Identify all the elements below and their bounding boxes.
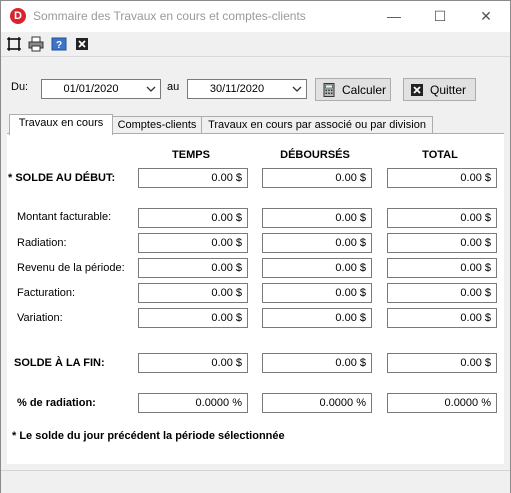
row-label-radiation: Radiation:: [17, 237, 67, 249]
column-header-temps: TEMPS: [172, 149, 210, 161]
close-icon[interactable]: [74, 36, 90, 52]
solde-debut-debourses-field[interactable]: 0.00 $: [262, 168, 372, 188]
solde-fin-total-field[interactable]: 0.00 $: [387, 353, 497, 373]
app-logo-icon: D: [10, 8, 26, 24]
quit-button-label: Quitter: [430, 83, 467, 97]
row-label-solde-debut: * SOLDE AU DÉBUT:: [8, 172, 116, 184]
revenu-periode-temps-field[interactable]: 0.00 $: [138, 258, 248, 278]
row-label-montant-facturable: Montant facturable:: [17, 211, 112, 223]
facturation-total-field[interactable]: 0.00 $: [387, 283, 497, 303]
montant-facturable-temps-field[interactable]: 0.00 $: [138, 208, 248, 228]
from-date-label: Du:: [11, 81, 29, 93]
revenu-periode-total-field[interactable]: 0.00 $: [387, 258, 497, 278]
status-bar: [1, 470, 510, 493]
help-icon[interactable]: ?: [51, 36, 67, 52]
facturation-temps-field[interactable]: 0.00 $: [138, 283, 248, 303]
pourcentage-radiation-debourses-field[interactable]: 0.0000 %: [262, 393, 372, 413]
calculate-button-label: Calculer: [342, 83, 387, 97]
revenu-periode-debourses-field[interactable]: 0.00 $: [262, 258, 372, 278]
radiation-total-field[interactable]: 0.00 $: [387, 233, 497, 253]
to-date-picker[interactable]: 30/11/2020: [187, 79, 307, 99]
row-label-solde-fin: SOLDE À LA FIN:: [14, 357, 105, 369]
to-date-value: 30/11/2020: [209, 83, 265, 95]
solde-debut-temps-field[interactable]: 0.00 $: [138, 168, 248, 188]
chevron-down-icon: [146, 86, 156, 92]
quit-button[interactable]: Quitter: [403, 78, 476, 101]
montant-facturable-total-field[interactable]: 0.00 $: [387, 208, 497, 228]
variation-total-field[interactable]: 0.00 $: [387, 308, 497, 328]
title-bar: D Sommaire des Travaux en cours et compt…: [1, 1, 510, 32]
window-title: Sommaire des Travaux en cours et comptes…: [33, 9, 306, 23]
row-label-variation: Variation:: [17, 312, 63, 324]
tab-comptes-clients[interactable]: Comptes-clients: [112, 116, 202, 134]
report-window: D Sommaire des Travaux en cours et compt…: [0, 0, 511, 493]
print-icon[interactable]: [28, 36, 44, 52]
from-date-picker[interactable]: 01/01/2020: [41, 79, 161, 99]
row-label-revenu-periode: Revenu de la période:: [17, 262, 125, 274]
toolbar: ?: [1, 32, 510, 57]
tab-travaux-par-associe[interactable]: Travaux en cours par associé ou par divi…: [201, 116, 433, 134]
column-header-total: TOTAL: [422, 149, 458, 161]
solde-fin-temps-field[interactable]: 0.00 $: [138, 353, 248, 373]
row-label-pourcentage-radiation: % de radiation:: [17, 397, 96, 409]
to-date-label: au: [167, 81, 180, 93]
radiation-debourses-field[interactable]: 0.00 $: [262, 233, 372, 253]
column-header-debourses: DÉBOURSÉS: [280, 149, 350, 161]
solde-debut-total-field[interactable]: 0.00 $: [387, 168, 497, 188]
svg-text:?: ?: [56, 40, 62, 51]
radiation-temps-field[interactable]: 0.00 $: [138, 233, 248, 253]
close-icon: [411, 84, 423, 96]
variation-temps-field[interactable]: 0.00 $: [138, 308, 248, 328]
maximize-button[interactable]: ☐: [417, 1, 463, 32]
tab-travaux-en-cours[interactable]: Travaux en cours: [9, 114, 113, 135]
close-window-button[interactable]: ✕: [463, 1, 509, 32]
chevron-down-icon: [292, 86, 302, 92]
footnote: * Le solde du jour précédent la période …: [12, 430, 285, 442]
facturation-debourses-field[interactable]: 0.00 $: [262, 283, 372, 303]
pourcentage-radiation-total-field[interactable]: 0.0000 %: [387, 393, 497, 413]
pourcentage-radiation-temps-field[interactable]: 0.0000 %: [138, 393, 248, 413]
from-date-value: 01/01/2020: [63, 83, 119, 95]
calculator-icon: [323, 83, 335, 97]
solde-fin-debourses-field[interactable]: 0.00 $: [262, 353, 372, 373]
montant-facturable-debourses-field[interactable]: 0.00 $: [262, 208, 372, 228]
minimize-button[interactable]: —: [371, 1, 417, 32]
variation-debourses-field[interactable]: 0.00 $: [262, 308, 372, 328]
calculate-button[interactable]: Calculer: [315, 78, 391, 101]
tab-strip: Travaux en cours Comptes-clients Travaux…: [1, 114, 510, 135]
row-label-facturation: Facturation:: [17, 287, 76, 299]
fit-window-icon[interactable]: [6, 36, 22, 52]
